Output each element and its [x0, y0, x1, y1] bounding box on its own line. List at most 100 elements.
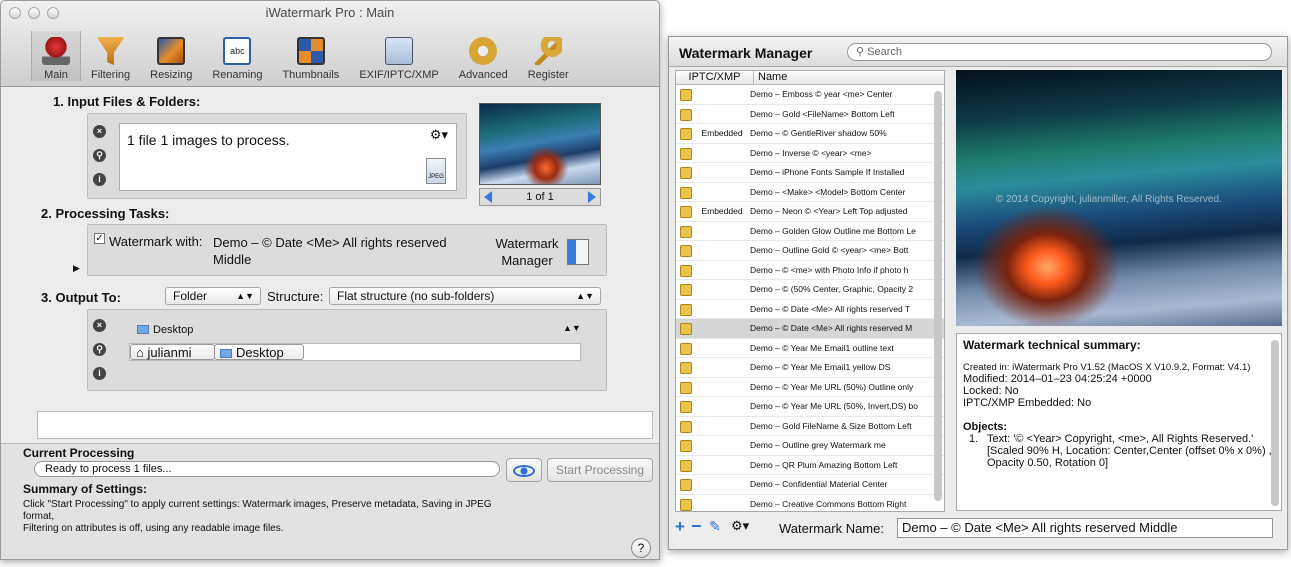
toolbar-thumbnails[interactable]: Thumbnails — [272, 31, 349, 81]
list-item[interactable]: Demo – QR Plum Amazing Bottom Left — [676, 456, 944, 475]
lock-icon — [680, 245, 692, 257]
name-cell: Demo – © Year Me Email1 yellow DS — [750, 362, 891, 372]
path-crumb-label: julianmi — [147, 345, 192, 360]
iptc-cell — [694, 105, 750, 124]
remove-watermark-icon[interactable]: − — [691, 516, 702, 537]
toolbar-resizing[interactable]: Resizing — [140, 31, 202, 81]
iptc-cell — [694, 456, 750, 475]
list-item[interactable]: Demo – Outline grey Watermark me — [676, 436, 944, 456]
list-rows: Demo – Emboss © year <me> Center Demo – G… — [676, 85, 944, 512]
list-item[interactable]: Demo – © Year Me URL (50%, Invert,DS) bo — [676, 397, 944, 417]
output-folder-popup[interactable]: Desktop — [137, 324, 193, 336]
info-icon[interactable]: i — [93, 173, 106, 186]
list-item[interactable]: Demo – © Year Me Email1 outline text — [676, 339, 944, 358]
iptc-cell — [694, 144, 750, 163]
output-heading: 3. Output To: — [41, 290, 121, 305]
output-destination-popup[interactable]: Folder ▲▼ — [165, 287, 261, 305]
previous-arrow-icon[interactable] — [484, 191, 492, 203]
toolbar-filtering[interactable]: Filtering — [81, 31, 140, 81]
lock-icon — [680, 342, 692, 355]
list-item[interactable]: Demo – iPhone Fonts Sample If Installed — [676, 163, 944, 183]
magnify-icon[interactable]: ⚲ — [93, 149, 106, 162]
toolbar-exif[interactable]: EXIF/IPTC/XMP — [349, 31, 448, 81]
list-item[interactable]: Demo – Gold FileName & Size Bottom Left — [676, 417, 944, 436]
toolbar-main[interactable]: Main — [31, 31, 81, 81]
edit-pencil-icon[interactable]: ✎ — [709, 518, 721, 535]
summary-scrollbar[interactable] — [1271, 340, 1279, 506]
add-icon[interactable]: + — [675, 517, 685, 537]
list-item[interactable]: Demo – Gold <FileName> Bottom Left — [676, 105, 944, 124]
column-iptc[interactable]: IPTC/XMP — [676, 71, 754, 84]
remove-icon[interactable]: × — [93, 319, 106, 332]
list-item[interactable]: Demo – © Year Me URL (50%) Outline only — [676, 378, 944, 397]
main-window: iWatermark Pro : Main Main Filtering Res… — [0, 0, 660, 560]
list-item[interactable]: Demo – © <me> with Photo Info if photo h — [676, 261, 944, 280]
input-file-list[interactable]: 1 file 1 images to process. ⚙▾ JPEG — [119, 123, 457, 191]
watermark-list[interactable]: IPTC/XMP Name Demo – Emboss © year <me> … — [675, 70, 945, 512]
summary-heading: Summary of Settings: — [23, 482, 148, 496]
title-bar: iWatermark Pro : Main Main Filtering Res… — [1, 1, 659, 87]
path-crumb-desktop[interactable]: Desktop — [214, 344, 304, 360]
iptc-cell — [694, 397, 750, 416]
preview-button[interactable] — [506, 458, 542, 482]
technical-summary-heading: Watermark technical summary: — [963, 338, 1141, 352]
updown-arrow-icon[interactable]: ▲▼ — [563, 323, 581, 333]
lock-icon — [680, 264, 692, 277]
toolbar-register[interactable]: Register — [518, 31, 579, 81]
list-item[interactable]: Demo – Outline Gold © <year> <me> Bott — [676, 241, 944, 261]
next-arrow-icon[interactable] — [588, 191, 596, 203]
list-item[interactable]: Demo – Inverse © <year> <me> — [676, 144, 944, 163]
rename-badge: abc — [230, 46, 245, 56]
toolbar-label: Resizing — [150, 69, 193, 81]
tasks-heading: 2. Processing Tasks: — [41, 206, 170, 221]
toolbar-renaming[interactable]: abc Renaming — [202, 31, 272, 81]
name-cell: Demo – © (50% Center, Graphic, Opacity 2 — [750, 284, 914, 294]
action-gear-icon[interactable]: ⚙▾ — [430, 127, 448, 143]
list-item[interactable]: Demo – © (50% Center, Graphic, Opacity 2 — [676, 280, 944, 300]
watermark-manager-icon[interactable] — [567, 239, 589, 265]
input-count-text: 1 file 1 images to process. — [127, 132, 290, 148]
input-thumbnail — [479, 103, 601, 185]
list-scrollbar[interactable] — [934, 91, 942, 501]
list-item[interactable]: Demo – Golden Glow Outline me Bottom Le — [676, 222, 944, 241]
name-cell: Demo – Neon © <Year> Left Top adjusted — [750, 206, 908, 216]
list-item[interactable]: Demo – © Date <Me> All rights reserved M — [676, 319, 944, 339]
lock-icon — [680, 108, 692, 121]
list-item[interactable]: Embedded Demo – © GentleRiver shadow 50% — [676, 124, 944, 144]
status-progress: Ready to process 1 files... — [34, 461, 500, 477]
info-icon[interactable]: i — [93, 367, 106, 380]
list-item[interactable]: Demo – Emboss © year <me> Center — [676, 85, 944, 105]
action-gear-icon[interactable]: ⚙▾ — [731, 518, 749, 534]
column-name[interactable]: Name — [754, 71, 787, 84]
disclosure-triangle-icon[interactable]: ▶ — [73, 263, 80, 274]
thumbnails-icon — [296, 37, 325, 65]
search-input[interactable]: ⚲ Search — [847, 43, 1272, 61]
lock-icon — [680, 89, 692, 101]
folder-icon — [220, 349, 232, 358]
watermark-checkbox[interactable]: ✓ — [94, 233, 105, 244]
structure-popup[interactable]: Flat structure (no sub-folders) ▲▼ — [329, 287, 601, 305]
name-cell: Demo – QR Plum Amazing Bottom Left — [750, 459, 898, 470]
magnify-icon[interactable]: ⚲ — [93, 343, 106, 356]
log-area — [37, 411, 653, 439]
remove-icon[interactable]: × — [93, 125, 106, 138]
lock-icon — [680, 225, 692, 238]
modified-text: Modified: 2014–01–23 04:25:24 +0000 — [963, 373, 1152, 385]
start-processing-button[interactable]: Start Processing — [547, 458, 653, 482]
watermark-name-field[interactable]: Demo – © Date <Me> All rights reserved M… — [897, 518, 1273, 538]
toolbar-advanced[interactable]: Advanced — [449, 31, 518, 81]
list-item[interactable]: Demo – © Date <Me> All rights reserved T — [676, 300, 944, 319]
stamp-icon — [42, 37, 70, 65]
list-item[interactable]: Demo – Confidential Material Center — [676, 475, 944, 495]
path-crumb-home[interactable]: ⌂ julianmi — [130, 344, 215, 360]
list-item[interactable]: Demo – © Year Me Email1 yellow DS — [676, 358, 944, 378]
thumbnail-pager: 1 of 1 — [479, 188, 601, 206]
output-path-control[interactable]: ⌂ julianmi Desktop — [129, 343, 581, 361]
locked-text: Locked: No — [963, 385, 1019, 397]
list-item[interactable]: Embedded Demo – Neon © <Year> Left Top ad… — [676, 202, 944, 222]
summary-line: format, — [23, 511, 55, 522]
list-item[interactable]: Demo – <Make> <Model> Bottom Center — [676, 183, 944, 202]
iptc-cell — [694, 417, 750, 436]
help-button[interactable]: ? — [631, 538, 651, 558]
list-item[interactable]: Demo – Creative Commons Bottom Right — [676, 495, 944, 512]
